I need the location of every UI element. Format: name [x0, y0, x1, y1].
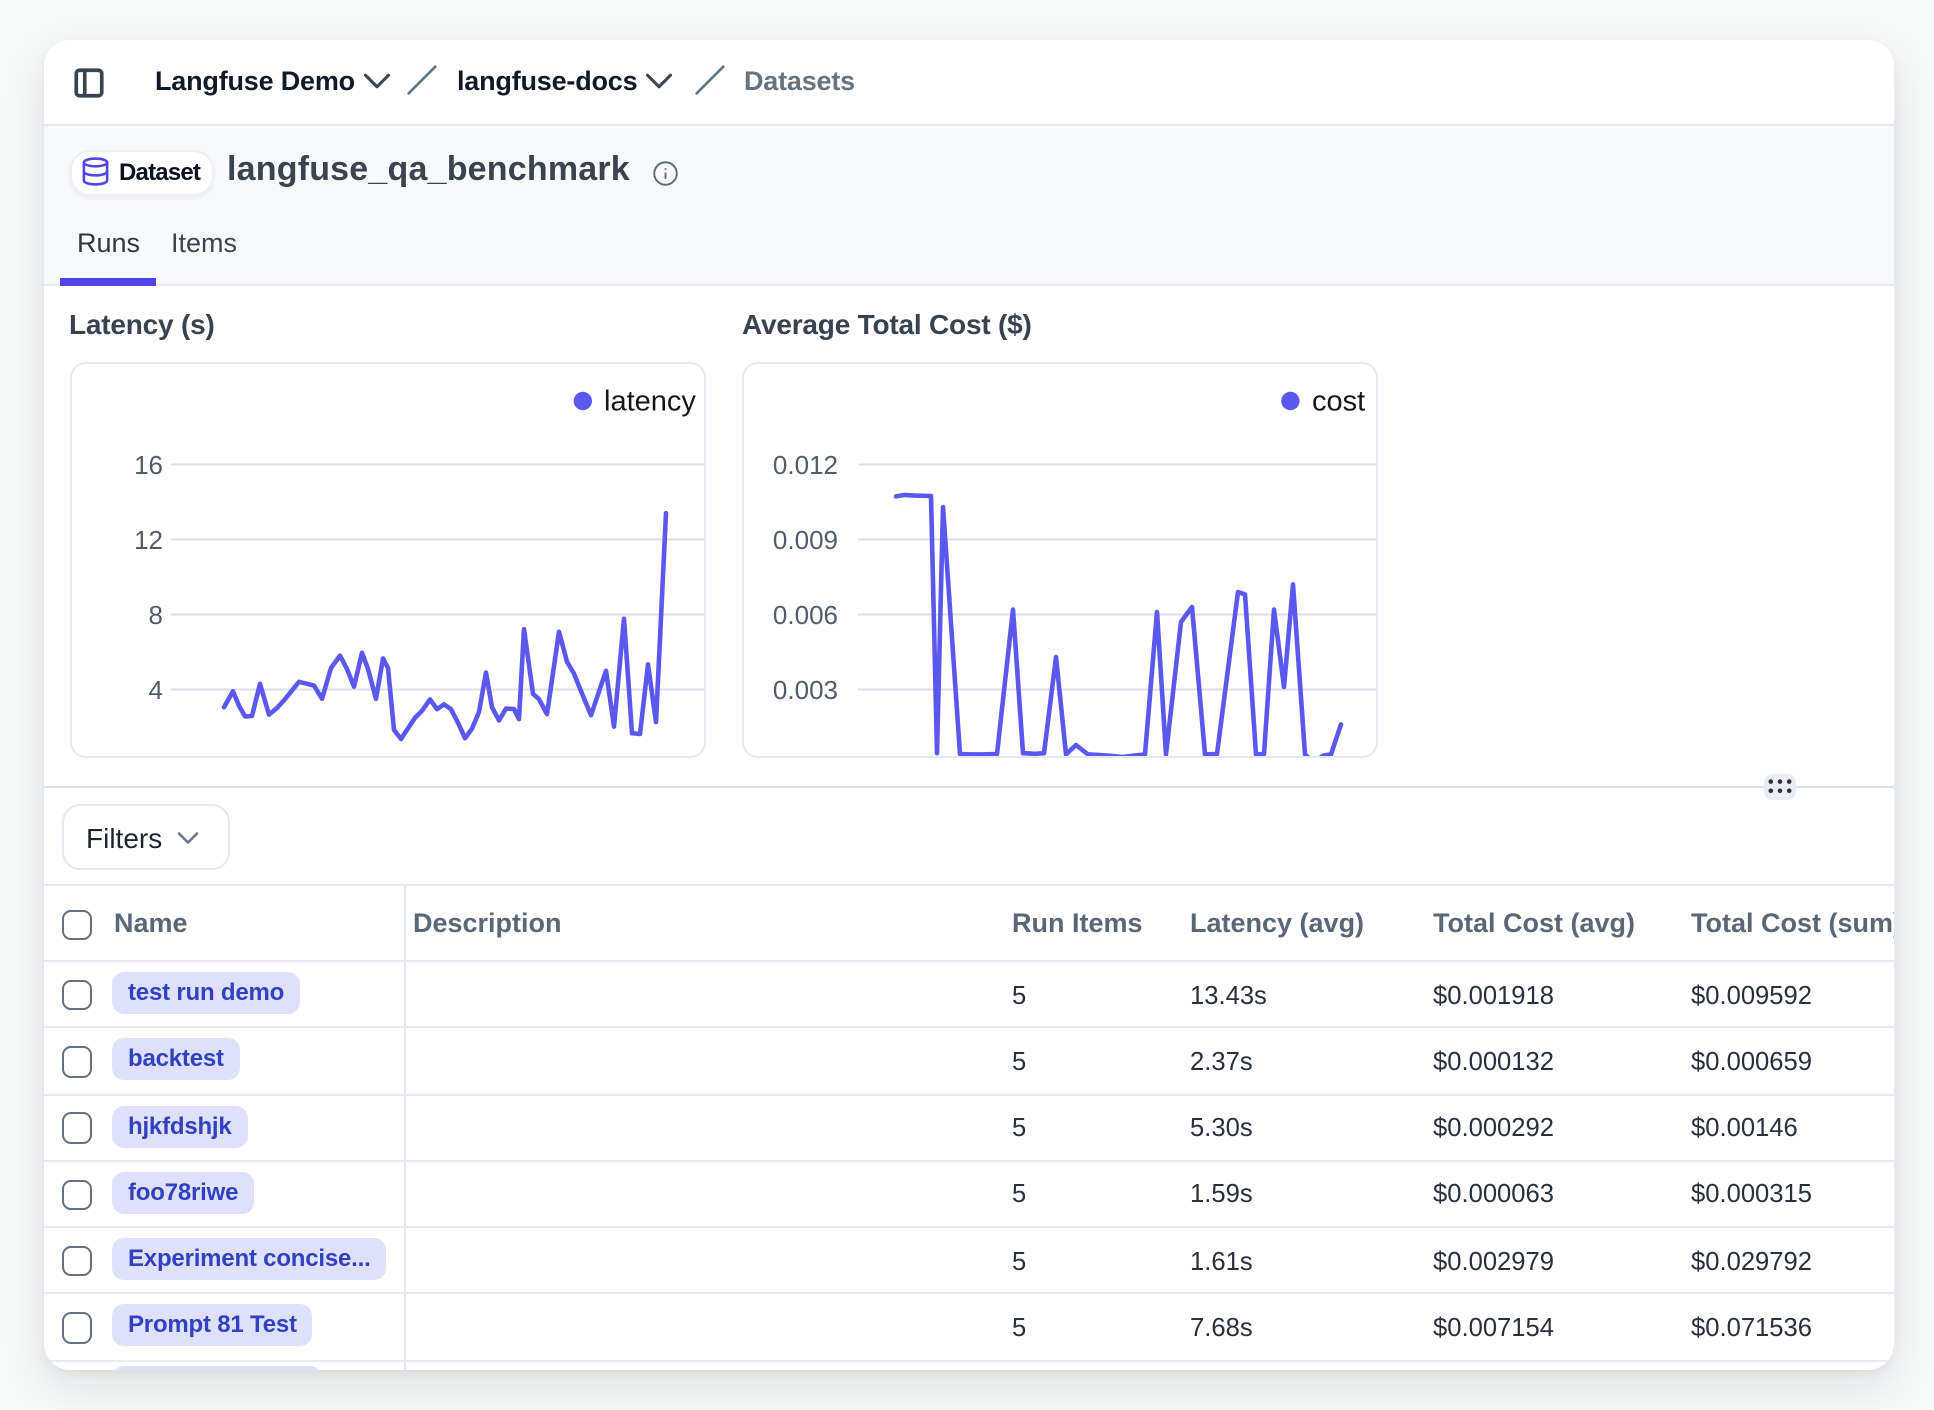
svg-text:0.009: 0.009	[772, 524, 837, 554]
svg-text:4: 4	[148, 674, 162, 704]
svg-text:0.003: 0.003	[772, 674, 837, 704]
svg-text:16: 16	[133, 449, 162, 479]
svg-text:latency: latency	[603, 385, 695, 417]
svg-text:0.006: 0.006	[772, 599, 837, 629]
svg-text:cost: cost	[1311, 385, 1364, 417]
svg-text:12: 12	[133, 524, 162, 554]
svg-text:0.012: 0.012	[772, 449, 837, 479]
svg-text:8: 8	[148, 599, 162, 629]
